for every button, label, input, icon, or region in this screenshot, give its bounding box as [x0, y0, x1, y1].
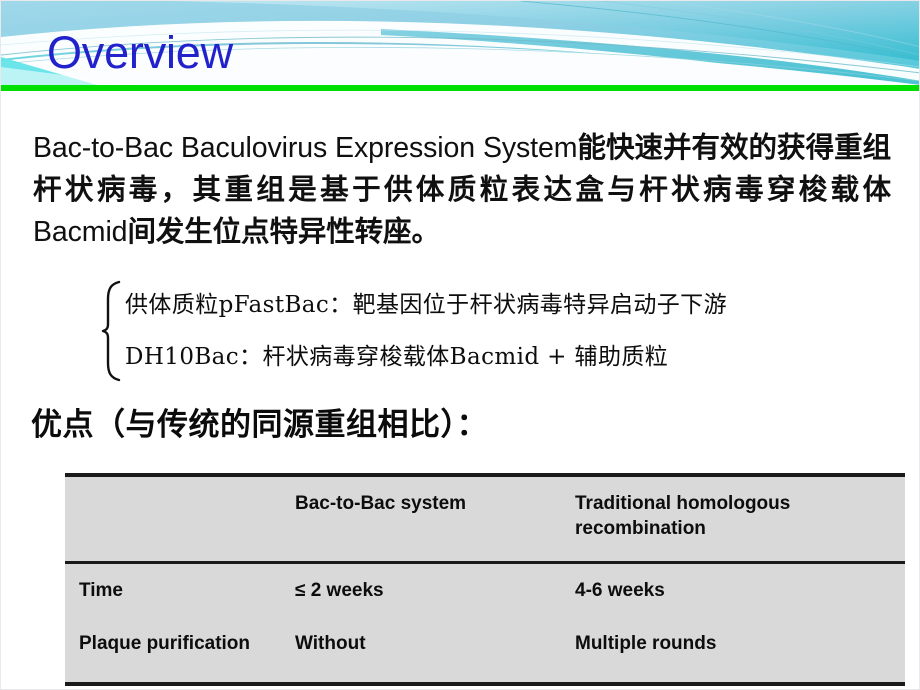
lead-segment-chinese-2: 间发生位点特异性转座。	[127, 215, 440, 248]
table-header-row: Bac-to-Bac system Traditional homologous…	[65, 477, 905, 564]
slide-header-banner: Overview	[1, 1, 919, 91]
column-header-label	[65, 477, 295, 564]
cell-time-bac-to-bac: ≤ 2 weeks	[295, 580, 384, 601]
column-header-bac-to-bac: Bac-to-Bac system	[295, 477, 575, 564]
braced-detail-list: 供体质粒pFastBac：靶基因位于杆状病毒特异启动子下游 DH10Bac：杆状…	[101, 279, 891, 383]
left-brace-icon	[101, 279, 123, 383]
row-label-plaque-purification: Plaque purification	[79, 633, 251, 654]
row-label-time: Time	[79, 580, 124, 601]
presentation-slide: Overview Bac-to-Bac Baculovirus Expressi…	[0, 0, 920, 690]
table-row: Time ≤ 2 weeks 4-6 weeks	[65, 563, 905, 618]
cell-plaque-traditional: Multiple rounds	[575, 633, 717, 654]
green-accent-bar	[1, 85, 919, 91]
lead-segment-english-2: Bacmid	[33, 216, 128, 248]
comparison-table: Bac-to-Bac system Traditional homologous…	[65, 473, 905, 686]
list-item: DH10Bac：杆状病毒穿梭载体Bacmid + 辅助质粒	[125, 344, 669, 370]
lead-paragraph: Bac-to-Bac Baculovirus Expression System…	[33, 127, 891, 253]
list-item: 供体质粒pFastBac：靶基因位于杆状病毒特异启动子下游	[125, 292, 727, 318]
page-title: Overview	[47, 27, 233, 78]
cell-time-traditional: 4-6 weeks	[575, 580, 665, 601]
lead-segment-english-1: Bac-to-Bac Baculovirus Expression System	[33, 132, 578, 164]
advantages-heading: 优点（与传统的同源重组相比）：	[31, 407, 488, 443]
cell-plaque-bac-to-bac: Without	[295, 633, 366, 654]
column-header-traditional: Traditional homologous recombination	[575, 477, 905, 564]
table-row: Plaque purification Without Multiple rou…	[65, 617, 905, 682]
